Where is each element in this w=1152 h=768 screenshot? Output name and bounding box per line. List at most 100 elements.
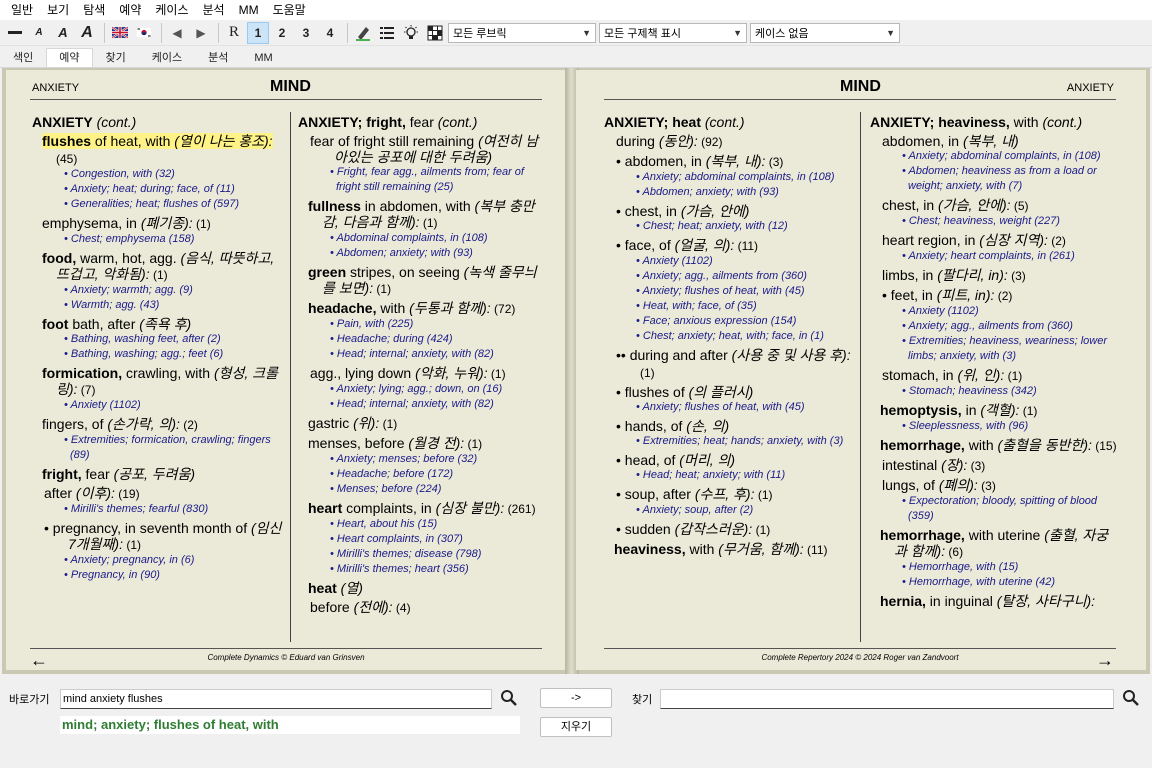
rubric-entry[interactable]: • soup, after (수프, 후): (1): [604, 486, 856, 503]
cross-reference-link[interactable]: • Heart, about his (15): [298, 517, 548, 532]
english-flag-icon[interactable]: [109, 22, 131, 44]
cross-reference-link[interactable]: • Abdomen; heaviness as from a load or w…: [870, 164, 1120, 194]
rubric-entry[interactable]: emphysema, in (폐기종): (1): [32, 215, 282, 232]
cross-reference-link[interactable]: • Hemorrhage, with (15): [870, 560, 1120, 575]
cross-reference-link[interactable]: • Bathing, washing; agg.; feet (6): [32, 347, 282, 362]
cross-reference-link[interactable]: • Face; anxious expression (154): [604, 314, 856, 329]
rubric-entry[interactable]: menses, before (월경 전): (1): [298, 435, 548, 452]
rubric-entry[interactable]: heat (열): [298, 580, 548, 596]
rubric-entry[interactable]: fright, fear (공포, 두려움): [32, 466, 282, 482]
cross-reference-link[interactable]: • Anxiety; flushes of heat, with (45): [604, 284, 856, 299]
forward-arrow-icon[interactable]: ▶: [190, 22, 212, 44]
rubric-entry[interactable]: fear of fright still remaining (여전히 남아있는…: [298, 133, 548, 165]
cross-reference-link[interactable]: • Anxiety (1102): [870, 304, 1120, 319]
case-select[interactable]: 케이스 없음 ▼: [750, 22, 900, 43]
tab-1[interactable]: 예약: [46, 48, 93, 67]
go-button[interactable]: ->: [540, 688, 612, 708]
cross-reference-link[interactable]: • Abdomen; anxiety; with (93): [298, 246, 548, 261]
rubric-entry[interactable]: heaviness, with (무거움, 함께): (11): [604, 541, 856, 558]
cross-reference-link[interactable]: • Extremities; heaviness, weariness; low…: [870, 334, 1120, 364]
cross-reference-link[interactable]: • Pregnancy, in (90): [32, 568, 282, 583]
cross-reference-link[interactable]: • Anxiety (1102): [604, 254, 856, 269]
cross-reference-link[interactable]: • Anxiety; agg., ailments from (360): [870, 319, 1120, 334]
rubric-entry[interactable]: during (동안): (92): [604, 133, 856, 150]
remedy-filter-select[interactable]: 모든 구제책 표시 ▼: [599, 22, 747, 43]
tab-4[interactable]: 분석: [195, 48, 241, 67]
remedy-r-button[interactable]: R: [223, 22, 245, 44]
view-4-button[interactable]: 4: [319, 22, 341, 44]
lightbulb-icon[interactable]: [400, 22, 422, 44]
menu-item[interactable]: 분석: [196, 0, 232, 20]
menu-item[interactable]: 탐색: [76, 0, 112, 20]
rubric-entry[interactable]: •• during and after (사용 중 및 사용 후): (1): [604, 347, 856, 381]
korean-flag-icon[interactable]: [133, 22, 155, 44]
cross-reference-link[interactable]: • Mirilli's themes; heart (356): [298, 562, 548, 577]
rubric-entry[interactable]: hemoptysis, in (객혈): (1): [870, 402, 1120, 419]
rubric-entry[interactable]: after (이후): (19): [32, 485, 282, 502]
dash-icon[interactable]: [4, 22, 26, 44]
rubric-entry[interactable]: fingers, of (손가락, 의): (2): [32, 416, 282, 433]
find-input[interactable]: [660, 689, 1114, 709]
cross-reference-link[interactable]: • Chest; heat; anxiety, with (12): [604, 219, 856, 234]
cross-reference-link[interactable]: • Head; heat; anxiety; with (11): [604, 468, 856, 483]
rubric-entry[interactable]: • chest, in (가슴, 안에): [604, 203, 856, 219]
cross-reference-link[interactable]: • Head; internal; anxiety, with (82): [298, 397, 548, 412]
rubric-entry[interactable]: green stripes, on seeing (녹색 줄무늬를 보면): (…: [298, 264, 548, 297]
cross-reference-link[interactable]: • Congestion, with (32): [32, 167, 282, 182]
next-page-arrow-icon[interactable]: →: [1096, 651, 1114, 669]
cross-reference-link[interactable]: • Anxiety; soup, after (2): [604, 503, 856, 518]
cross-reference-link[interactable]: • Mirilli's themes; disease (798): [298, 547, 548, 562]
list-icon[interactable]: [376, 22, 398, 44]
rubric-entry[interactable]: foot bath, after (족욕 후): [32, 316, 282, 332]
rubric-entry[interactable]: chest, in (가슴, 안에): (5): [870, 197, 1120, 214]
cross-reference-link[interactable]: • Anxiety; heart complaints, in (261): [870, 249, 1120, 264]
font-larger-icon[interactable]: A: [76, 22, 98, 44]
rubric-entry[interactable]: • sudden (갑작스러운): (1): [604, 521, 856, 538]
cross-reference-link[interactable]: • Anxiety; abdominal complaints, in (108…: [604, 170, 856, 185]
search-icon[interactable]: [1122, 689, 1140, 707]
highlighter-icon[interactable]: [352, 22, 374, 44]
view-3-button[interactable]: 3: [295, 22, 317, 44]
cross-reference-link[interactable]: • Anxiety; abdominal complaints, in (108…: [870, 149, 1120, 164]
cross-reference-link[interactable]: • Extremities; heat; hands; anxiety, wit…: [604, 434, 856, 449]
cross-reference-link[interactable]: • Anxiety; lying; agg.; down, on (16): [298, 382, 548, 397]
rubric-entry[interactable]: intestinal (장): (3): [870, 457, 1120, 474]
tab-0[interactable]: 색인: [0, 48, 46, 67]
goto-input[interactable]: mind anxiety flushes: [60, 689, 492, 709]
rubric-entry[interactable]: • pregnancy, in seventh month of (임신 7개월…: [32, 520, 282, 553]
cross-reference-link[interactable]: • Head; internal; anxiety, with (82): [298, 347, 548, 362]
rubric-entry[interactable]: hemorrhage, with uterine (출혈, 자궁과 함께): (…: [870, 527, 1120, 560]
rubric-entry[interactable]: heart complaints, in (심장 불만): (261): [298, 500, 548, 517]
breadcrumb-part[interactable]: mind: [62, 717, 93, 732]
cross-reference-link[interactable]: • Menses; before (224): [298, 482, 548, 497]
cross-reference-link[interactable]: • Anxiety; pregnancy, in (6): [32, 553, 282, 568]
clear-button[interactable]: 지우기: [540, 717, 612, 737]
rubric-entry[interactable]: food, warm, hot, agg. (음식, 따뜻하고, 뜨겁고, 악화…: [32, 250, 282, 283]
menu-item[interactable]: 보기: [40, 0, 76, 20]
rubric-entry[interactable]: formication, crawling, with (형성, 크롤링): (…: [32, 365, 282, 398]
rubric-entry[interactable]: • abdomen, in (복부, 내): (3): [604, 153, 856, 170]
menu-item[interactable]: MM: [232, 0, 266, 20]
menu-item[interactable]: 예약: [112, 0, 148, 20]
rubric-entry[interactable]: • hands, of (손, 의): [604, 418, 856, 434]
rubric-entry[interactable]: fullness in abdomen, with (복부 충만감, 다음과 함…: [298, 198, 548, 231]
rubric-entry[interactable]: limbs, in (팔다리, in): (3): [870, 267, 1120, 284]
cross-reference-link[interactable]: • Heat, with; face, of (35): [604, 299, 856, 314]
cross-reference-link[interactable]: • Hemorrhage, with uterine (42): [870, 575, 1120, 590]
menu-item[interactable]: 케이스: [148, 0, 195, 20]
rubric-entry[interactable]: hemorrhage, with (출혈을 동반한): (15): [870, 437, 1120, 454]
rubric-entry[interactable]: headache, with (두통과 함께): (72): [298, 300, 548, 317]
rubric-entry[interactable]: • face, of (얼굴, 의): (11): [604, 237, 856, 254]
cross-reference-link[interactable]: • Fright, fear agg., ailments from; fear…: [298, 165, 548, 195]
cross-reference-link[interactable]: • Anxiety (1102): [32, 398, 282, 413]
breadcrumb-part[interactable]: flushes of heat, with: [154, 717, 279, 732]
cross-reference-link[interactable]: • Warmth; agg. (43): [32, 298, 282, 313]
rubric-filter-select[interactable]: 모든 루브릭 ▼: [448, 22, 596, 43]
rubric-entry[interactable]: abdomen, in (복부, 내): [870, 133, 1120, 149]
cross-reference-link[interactable]: • Heart complaints, in (307): [298, 532, 548, 547]
rubric-entry[interactable]: • head, of (머리, 의): [604, 452, 856, 468]
cross-reference-link[interactable]: • Sleeplessness, with (96): [870, 419, 1120, 434]
cross-reference-link[interactable]: • Headache; before (172): [298, 467, 548, 482]
view-2-button[interactable]: 2: [271, 22, 293, 44]
rubric-entry[interactable]: lungs, of (폐의): (3): [870, 477, 1120, 494]
